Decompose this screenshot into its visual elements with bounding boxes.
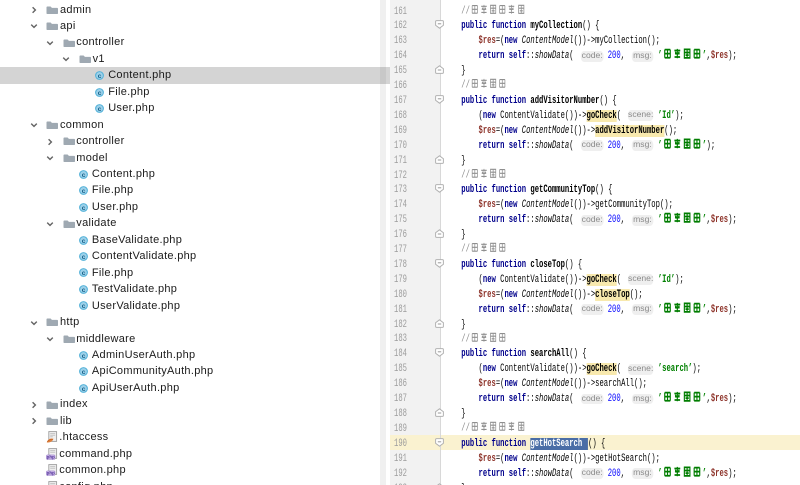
svg-text:php: php (47, 471, 55, 476)
svg-text:c: c (82, 188, 86, 195)
svg-text:c: c (82, 385, 86, 392)
svg-text:c: c (82, 303, 86, 310)
svg-text:c: c (82, 172, 86, 179)
svg-text:c: c (98, 73, 102, 80)
svg-text:c: c (82, 270, 86, 277)
svg-text:c: c (82, 369, 86, 376)
svg-text:c: c (82, 353, 86, 360)
svg-text:c: c (82, 205, 86, 212)
svg-text:c: c (98, 106, 102, 113)
svg-text:c: c (82, 287, 86, 294)
svg-text:c: c (98, 89, 102, 96)
svg-text:php: php (47, 454, 55, 459)
svg-text:c: c (82, 237, 86, 244)
svg-text:c: c (82, 254, 86, 261)
